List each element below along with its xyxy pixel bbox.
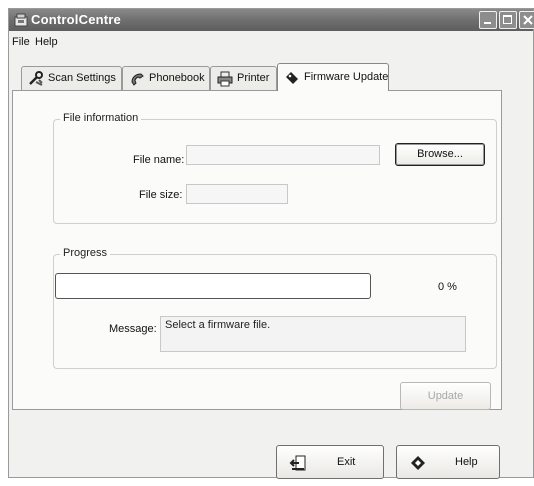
message-label: Message: <box>109 323 157 335</box>
help-label: Help <box>455 456 478 468</box>
menu-bar: File Help <box>9 33 533 51</box>
app-icon <box>14 13 28 27</box>
printer-icon <box>217 71 233 87</box>
tab-label: Printer <box>237 72 270 84</box>
minimize-button[interactable] <box>479 11 497 29</box>
progress-percent: 0 % <box>438 281 457 293</box>
phonebook-icon <box>131 73 144 86</box>
progress-legend: Progress <box>60 247 111 259</box>
tab-scan-settings[interactable]: Scan Settings <box>21 66 122 90</box>
menu-help[interactable]: Help <box>35 36 58 48</box>
file-name-label: File name: <box>133 154 185 166</box>
message-box: Select a firmware file. <box>160 316 466 352</box>
exit-label: Exit <box>337 456 356 468</box>
firmware-update-panel: File information File name: Browse... Fi… <box>12 90 502 410</box>
close-icon <box>523 15 533 25</box>
scan-settings-icon <box>29 71 43 86</box>
exit-icon <box>289 455 306 471</box>
exit-button[interactable]: Exit <box>276 445 384 479</box>
browse-button[interactable]: Browse... <box>395 143 485 166</box>
title-bar[interactable]: ControlCentre <box>9 9 534 31</box>
file-information-group: File information <box>53 112 497 224</box>
tab-firmware-update[interactable]: Firmware Update <box>277 63 389 91</box>
maximize-button[interactable] <box>499 11 517 29</box>
window-title: ControlCentre <box>31 12 121 27</box>
tab-label: Scan Settings <box>48 72 116 84</box>
file-size-label: File size: <box>139 189 183 201</box>
tab-label: Phonebook <box>149 72 205 84</box>
firmware-update-icon <box>286 72 298 84</box>
file-size-field <box>186 184 288 204</box>
help-book-icon <box>411 456 425 470</box>
progress-bar <box>55 273 371 299</box>
update-button[interactable]: Update <box>400 382 491 410</box>
file-information-legend: File information <box>60 112 142 124</box>
close-button[interactable] <box>519 11 534 29</box>
tab-phonebook[interactable]: Phonebook <box>122 66 210 90</box>
menu-file[interactable]: File <box>12 36 30 48</box>
file-name-field[interactable] <box>186 145 380 165</box>
tab-printer[interactable]: Printer <box>210 66 277 90</box>
help-button[interactable]: Help <box>396 445 500 479</box>
tab-label: Firmware Update <box>304 71 389 83</box>
